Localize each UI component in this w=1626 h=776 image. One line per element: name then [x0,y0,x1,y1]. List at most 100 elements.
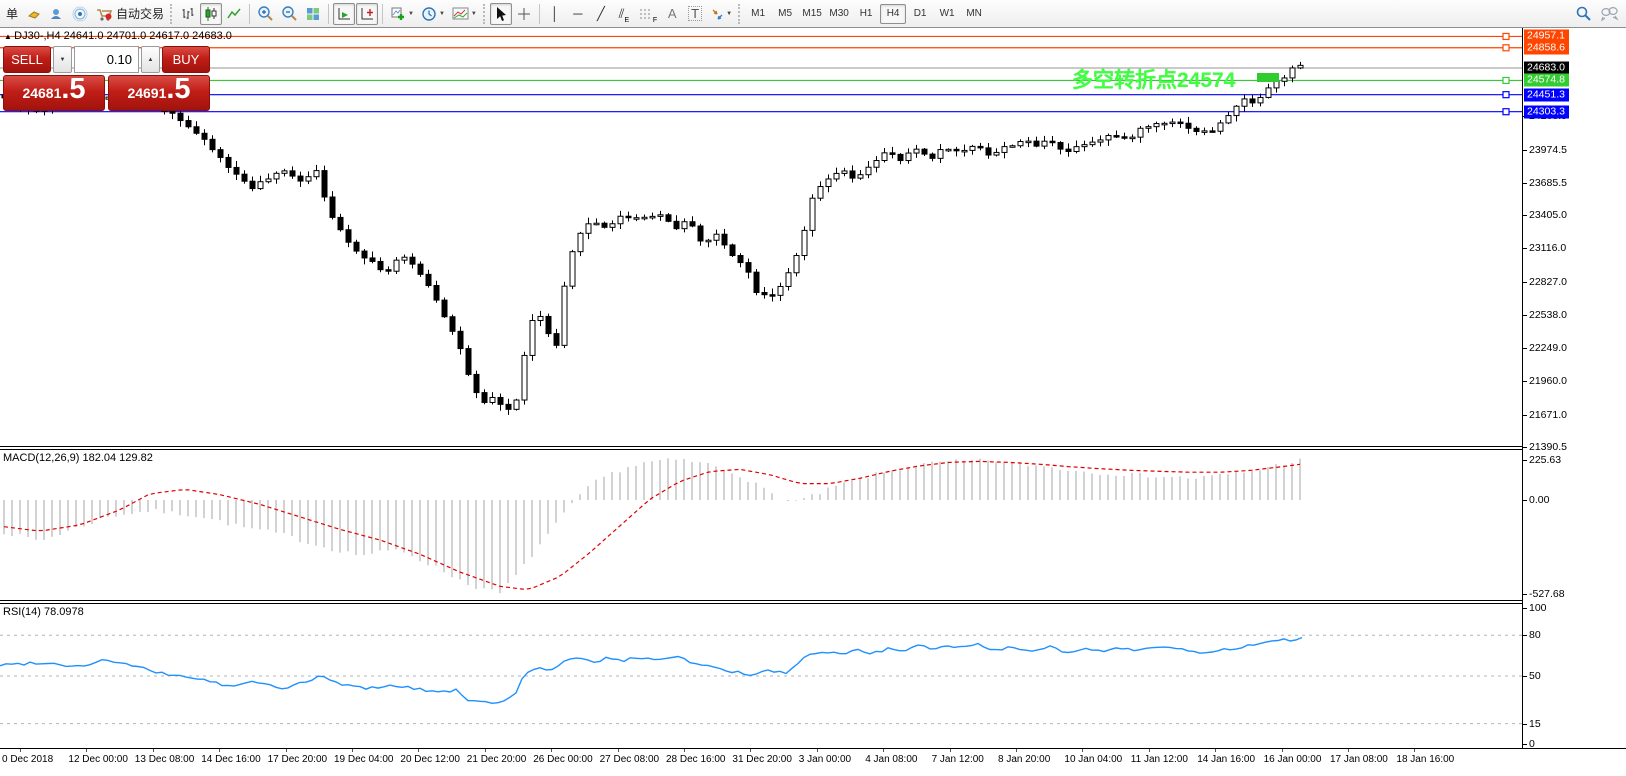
toolbar-grip [483,4,487,24]
main-chart-canvas[interactable] [0,28,1522,446]
time-axis-label: 17 Jan 08:00 [1330,754,1388,765]
buy-button[interactable]: BUY [162,46,210,73]
volume-increase-button[interactable]: ▲ [141,46,160,73]
timeframe-button-m5[interactable]: M5 [772,4,798,24]
search-button[interactable] [1572,3,1595,25]
tile-windows-button[interactable] [302,3,324,25]
templates-icon [452,6,469,21]
chart-shift-button[interactable] [356,3,378,25]
bar-chart-icon [180,6,196,22]
time-axis[interactable]: 0 Dec 201812 Dec 00:0013 Dec 08:0014 Dec… [0,748,1626,776]
templates-button[interactable]: ▼ [449,3,480,25]
new-chart-button[interactable]: ▼ [387,3,417,25]
timeframe-button-m15[interactable]: M15 [799,4,825,24]
timeframe-button-w1[interactable]: W1 [934,4,960,24]
chat-button[interactable] [1596,3,1622,25]
chevron-down-icon: ▼ [439,11,445,17]
line-chart-button[interactable] [223,3,245,25]
pivot-annotation-text[interactable]: 多空转折点24574 [1072,64,1235,94]
volume-decrease-button[interactable]: ▼ [53,46,72,73]
timeframe-button-m30[interactable]: M30 [826,4,852,24]
toolbar-separator [539,4,540,24]
zoom-out-icon [281,5,298,22]
periods-button[interactable]: ▼ [418,3,448,25]
panel-divider-macd[interactable] [0,446,1626,450]
symbol-triangle-icon: ▲ [4,32,14,41]
text-button[interactable]: A [661,3,683,25]
auto-scroll-button[interactable] [333,3,355,25]
rsi-indicator-label: RSI(14) 78.0978 [3,606,84,618]
time-axis-label: 13 Dec 08:00 [135,754,195,765]
rsi-scale-label: 80 [1529,629,1541,641]
time-axis-label: 14 Jan 16:00 [1197,754,1255,765]
toolbar-separator [328,4,329,24]
time-axis-label: 3 Jan 00:00 [799,754,851,765]
vertical-line-button[interactable]: │ [544,3,566,25]
crosshair-button[interactable] [513,3,535,25]
label-button[interactable]: T [684,3,706,25]
channel-button[interactable]: ⫽ E [613,3,635,25]
timeframe-button-h4[interactable]: H4 [880,4,906,24]
price-tick-label: 21960.0 [1529,375,1567,387]
price-tick-label: 23405.0 [1529,209,1567,221]
rsi-scale-label: 15 [1529,718,1541,730]
sell-price-main: 24681 [22,85,61,101]
price-tick-label: 23974.5 [1529,144,1567,156]
label-icon: T [688,6,702,21]
fibo-letter: F [653,17,657,24]
rsi-scale-label: 100 [1529,602,1547,614]
toolbar-grip [738,4,742,24]
cursor-icon [493,6,508,22]
level-price-label: 24303.3 [1524,105,1569,118]
time-axis-label: 19 Dec 04:00 [334,754,394,765]
cursor-button[interactable] [490,3,512,25]
broadcast-button[interactable] [69,3,91,25]
crosshair-icon [516,6,532,22]
buy-price-display[interactable]: 24691 .5 [108,75,210,111]
broadcast-icon [72,6,88,22]
rsi-scale-label: 50 [1529,670,1541,682]
time-axis-label: 16 Jan 00:00 [1264,754,1322,765]
autotrading-button[interactable]: 自动交易 [92,3,167,25]
gold-icon-button[interactable] [23,3,45,25]
gold-icon [26,6,42,22]
autotrading-label: 自动交易 [116,5,164,22]
candlestick-button[interactable] [200,3,222,25]
chevron-down-icon: ▼ [408,11,414,17]
macd-scale-label: 225.63 [1529,454,1561,466]
panel-divider-rsi[interactable] [0,600,1626,604]
timeframe-group: M1M5M15M30H1H4D1W1MN [745,4,987,24]
vertical-line-icon: │ [551,7,559,20]
timeframe-button-h1[interactable]: H1 [853,4,879,24]
time-axis-label: 4 Jan 08:00 [865,754,917,765]
rsi-panel-canvas[interactable] [0,604,1522,748]
timeframe-button-m1[interactable]: M1 [745,4,771,24]
cloud-user-button[interactable] [46,3,68,25]
price-scale[interactable]: 24263.523974.523685.523405.023116.022827… [1522,28,1626,748]
channel-letter: E [624,17,629,24]
bar-chart-button[interactable] [177,3,199,25]
chart-window: 0 Dec 201812 Dec 00:0013 Dec 08:0014 Dec… [0,28,1626,776]
new-order-button-partial[interactable]: 单 [0,3,22,25]
zoom-in-button[interactable] [254,3,277,25]
cloud-user-icon [49,6,65,22]
timeframe-button-d1[interactable]: D1 [907,4,933,24]
trendline-button[interactable]: ╱ [590,3,612,25]
autotrading-cart-icon [95,6,113,22]
sell-button[interactable]: SELL [3,46,51,73]
macd-panel-canvas[interactable] [0,450,1522,600]
sell-price-display[interactable]: 24681 .5 [3,75,105,111]
chevron-down-icon: ▼ [60,57,66,63]
level-price-label: 24574.8 [1524,74,1569,87]
time-axis-label: 10 Jan 04:00 [1064,754,1122,765]
horizontal-line-button[interactable]: ─ [567,3,589,25]
pivot-annotation-rectangle[interactable] [1257,73,1279,82]
fibonacci-button[interactable]: F [636,3,660,25]
volume-input[interactable]: 0.10 [74,46,139,73]
level-price-label: 24451.3 [1524,88,1569,101]
chart-shift-icon [359,6,375,22]
bid-price-label: 24683.0 [1524,62,1569,75]
arrows-button[interactable]: ▼ [707,3,735,25]
zoom-out-button[interactable] [278,3,301,25]
timeframe-button-mn[interactable]: MN [961,4,987,24]
